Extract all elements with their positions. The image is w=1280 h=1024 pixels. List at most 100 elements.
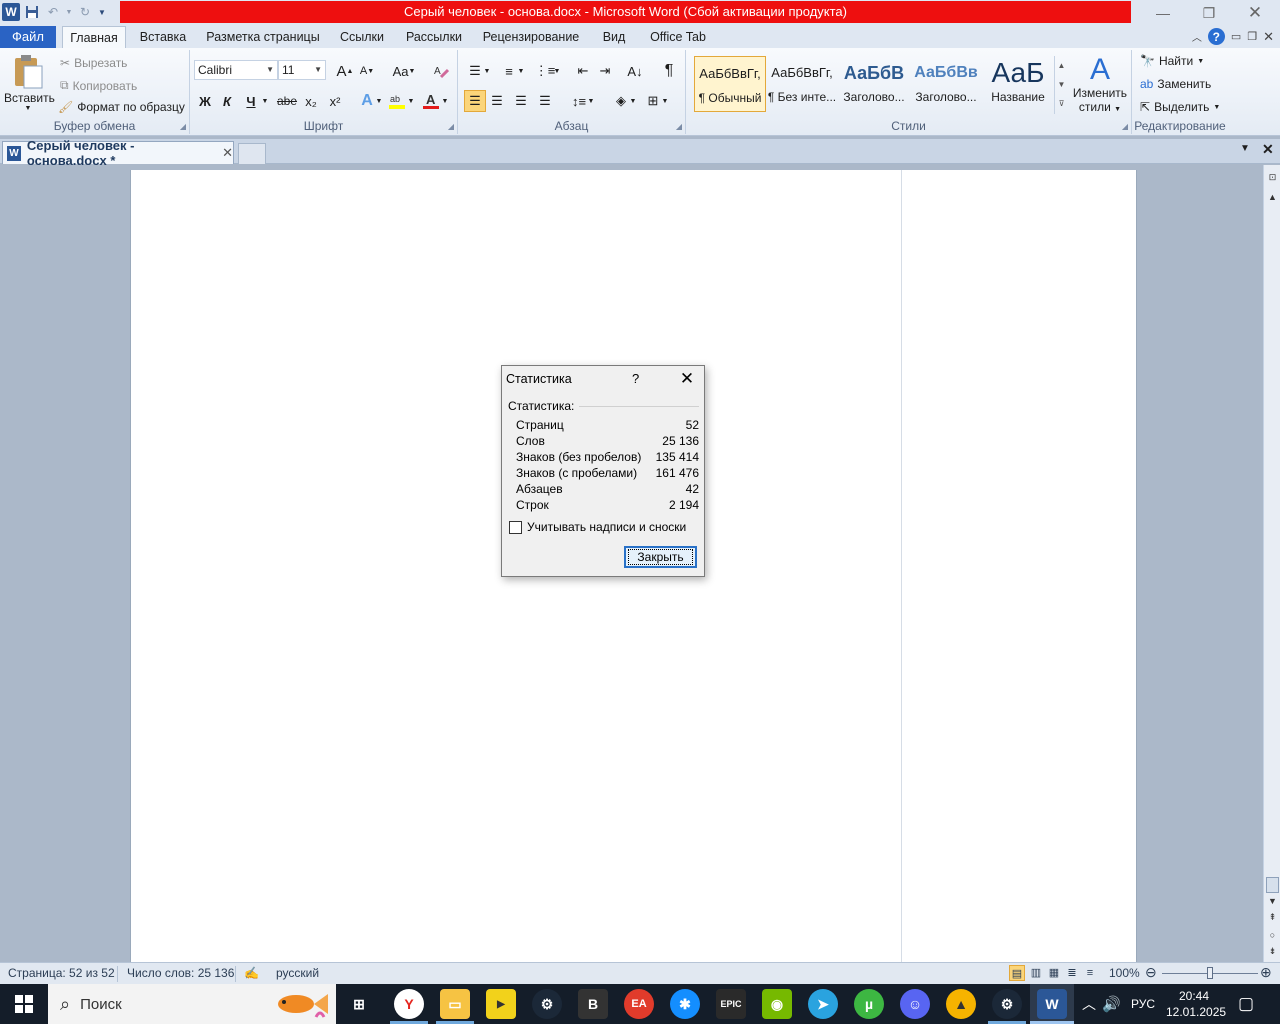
volume-icon[interactable]: 🔊 — [1102, 984, 1121, 1024]
dialog-close-button[interactable]: Закрыть — [624, 546, 697, 568]
style-title[interactable]: АаБ Название — [982, 56, 1054, 112]
clear-formatting-icon[interactable]: A — [430, 60, 452, 82]
aimp-icon[interactable]: ▲ — [946, 989, 976, 1019]
grow-font-icon[interactable]: A ▲ — [334, 60, 356, 82]
decrease-indent-icon[interactable]: ⇤ — [572, 60, 594, 82]
font-launcher-icon[interactable]: ◢ — [448, 122, 454, 131]
minimize-doc-icon[interactable]: ▭ — [1231, 30, 1241, 43]
show-hidden-icons[interactable]: ︿ — [1082, 984, 1096, 1024]
close-tab-icon[interactable]: ✕ — [222, 145, 233, 161]
bullets-dropdown-icon[interactable]: ▼ — [482, 60, 492, 82]
next-page-icon[interactable]: ⇟ — [1266, 945, 1279, 958]
subscript-button[interactable]: x₂ — [300, 90, 322, 112]
file-explorer-icon[interactable]: ▭ — [440, 989, 470, 1019]
tab-page-layout[interactable]: Разметка страницы — [203, 26, 323, 48]
help-icon[interactable]: ? — [1207, 28, 1225, 45]
styles-launcher-icon[interactable]: ◢ — [1122, 122, 1128, 131]
vk-play-icon[interactable]: B — [578, 989, 608, 1019]
proofing-icon[interactable]: ✍ — [244, 966, 259, 980]
close-all-tabs-icon[interactable]: ✕ — [1262, 141, 1274, 158]
font-color-dropdown-icon[interactable]: ▼ — [440, 90, 450, 112]
shading-dropdown-icon[interactable]: ▼ — [628, 90, 638, 112]
zoom-in-icon[interactable]: ⊕ — [1260, 964, 1272, 981]
minimize-button[interactable]: — — [1140, 0, 1186, 26]
align-left-icon[interactable]: ☰ — [464, 90, 486, 112]
zoom-out-icon[interactable]: ⊖ — [1145, 964, 1157, 981]
find-button[interactable]: 🔭 Найти ▼ — [1140, 54, 1204, 68]
tab-view[interactable]: Вид — [596, 26, 632, 48]
highlight-icon[interactable]: ab — [386, 90, 408, 112]
style-no-spacing[interactable]: АаБбВвГг, ¶ Без инте... — [766, 56, 838, 112]
checkbox-label[interactable]: Учитывать надписи и сноски — [527, 520, 686, 534]
font-size-combo[interactable]: 11 ▼ — [278, 60, 326, 80]
font-name-combo[interactable]: Calibri ▼ — [194, 60, 278, 80]
superscript-button[interactable]: x² — [324, 90, 346, 112]
text-effects-dropdown-icon[interactable]: ▼ — [374, 90, 384, 112]
checkbox-box[interactable] — [509, 520, 522, 534]
styles-scroll[interactable]: ▲ ▼ ⊽ — [1054, 56, 1068, 114]
align-right-icon[interactable]: ☰ — [510, 90, 532, 112]
player-icon[interactable]: ▶ — [486, 989, 516, 1019]
dialog-help-icon[interactable]: ? — [632, 371, 639, 386]
system-clock[interactable]: 20:44 12.01.2025 — [1166, 988, 1226, 1020]
discord-icon[interactable]: ☺ — [900, 989, 930, 1019]
increase-indent-icon[interactable]: ⇥ — [594, 60, 616, 82]
nvidia-icon[interactable]: ◉ — [762, 989, 792, 1019]
paste-button[interactable]: Вставить ▼ — [4, 52, 55, 116]
ea-icon[interactable]: EA — [624, 989, 654, 1019]
borders-dropdown-icon[interactable]: ▼ — [660, 90, 670, 112]
shrink-font-icon[interactable]: A ▼ — [356, 60, 378, 82]
word-taskbar-active[interactable]: W — [1030, 984, 1074, 1024]
copy-button[interactable]: ⧉ Копировать — [60, 78, 137, 93]
tab-references[interactable]: Ссылки — [333, 26, 391, 48]
tab-list-dropdown-icon[interactable]: ▼ — [1240, 143, 1250, 154]
collapse-ribbon-icon[interactable]: ︿ — [1192, 29, 1202, 44]
tab-mailings[interactable]: Рассылки — [401, 26, 467, 48]
underline-button[interactable]: Ч — [240, 90, 262, 112]
word-count-indicator[interactable]: Число слов: 25 136 — [127, 966, 234, 980]
numbering-dropdown-icon[interactable]: ▼ — [516, 60, 526, 82]
battle-net-icon[interactable]: ✱ — [670, 989, 700, 1019]
ruler-toggle-icon[interactable]: ⊡ — [1266, 171, 1279, 184]
italic-button[interactable]: К — [216, 90, 238, 112]
justify-icon[interactable]: ☰ — [534, 90, 556, 112]
taskbar-search[interactable]: ⌕ Поиск — [48, 984, 336, 1024]
paragraph-launcher-icon[interactable]: ◢ — [676, 122, 682, 131]
change-styles-button[interactable]: A Изменить стили ▼ — [1072, 54, 1128, 118]
show-marks-icon[interactable]: ¶ — [658, 60, 680, 82]
strikethrough-button[interactable]: abe — [276, 90, 298, 112]
scroll-down-icon[interactable]: ▼ — [1266, 895, 1279, 908]
zoom-slider-thumb[interactable] — [1207, 967, 1213, 979]
restore-button[interactable]: ❐ — [1186, 0, 1232, 26]
scroll-up-icon[interactable]: ▲ — [1266, 191, 1279, 204]
start-button[interactable] — [0, 984, 48, 1024]
save-icon[interactable] — [23, 3, 41, 21]
include-textboxes-checkbox[interactable]: Учитывать надписи и сноски — [509, 520, 686, 534]
yandex-browser-icon[interactable]: Y — [394, 989, 424, 1019]
sort-icon[interactable]: A↓ — [624, 60, 646, 82]
tab-office-tab[interactable]: Office Tab — [643, 26, 713, 48]
close-doc-icon[interactable]: ✕ — [1263, 29, 1274, 45]
input-language[interactable]: РУС — [1131, 984, 1155, 1024]
outline-view-icon[interactable]: ≣ — [1064, 965, 1080, 981]
cut-button[interactable]: ✂ Вырезать — [60, 56, 127, 70]
telegram-icon[interactable]: ➤ — [808, 989, 838, 1019]
underline-dropdown-icon[interactable]: ▼ — [260, 90, 270, 112]
restore-doc-icon[interactable]: ❐ — [1247, 30, 1257, 43]
tab-file[interactable]: Файл — [0, 26, 56, 48]
word-app-icon[interactable]: W — [2, 3, 20, 21]
new-tab-button[interactable] — [238, 143, 266, 164]
previous-page-icon[interactable]: ⇞ — [1266, 911, 1279, 924]
customize-qat-icon[interactable]: ▼ — [97, 3, 107, 21]
vertical-scrollbar[interactable]: ⊡ ▲ ▼ ⇞ ○ ⇟ — [1263, 165, 1280, 962]
print-layout-view-icon[interactable]: ▤ — [1009, 965, 1025, 981]
bold-button[interactable]: Ж — [194, 90, 216, 112]
epic-games-icon[interactable]: EPIC — [716, 989, 746, 1019]
document-tab[interactable]: W Серый человек - основа.docx * ✕ — [2, 138, 234, 168]
style-heading-1[interactable]: АаБбВ Заголово... — [838, 56, 910, 112]
steam-icon[interactable]: ⚙ — [532, 989, 562, 1019]
full-screen-reading-icon[interactable]: ▥ — [1028, 965, 1044, 981]
tab-review[interactable]: Рецензирование — [477, 26, 585, 48]
redo-icon[interactable]: ↻ — [76, 3, 94, 21]
task-view-icon[interactable]: ⊞ — [344, 989, 374, 1019]
